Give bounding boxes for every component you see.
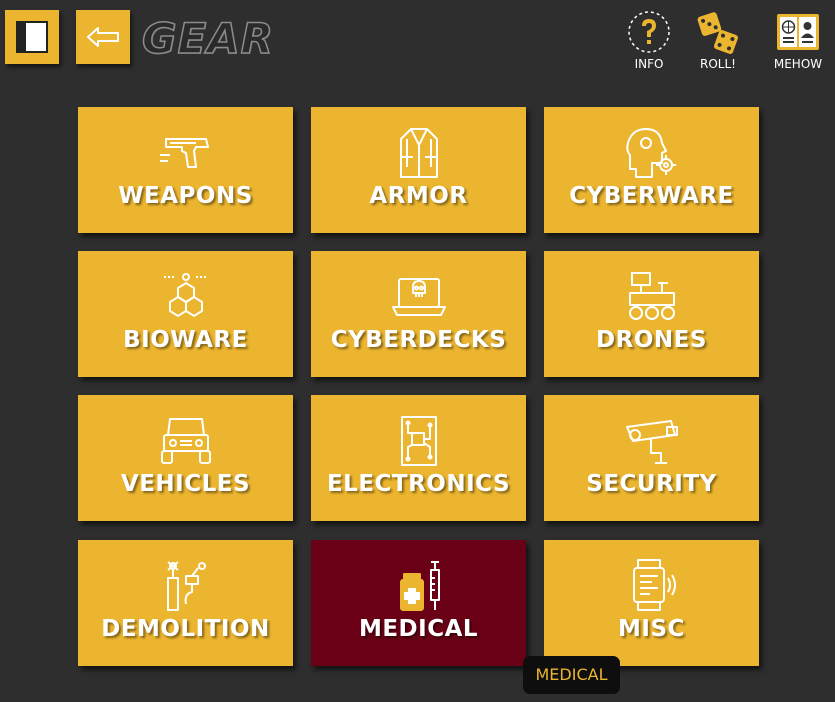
id-card-icon xyxy=(777,14,819,50)
explosive-icon xyxy=(166,561,206,611)
roll-button[interactable]: ROLL! xyxy=(688,10,748,71)
smartwatch-icon xyxy=(632,559,676,611)
category-cyberware[interactable]: CYBERWARE xyxy=(544,107,759,233)
category-label: CYBERDECKS xyxy=(330,327,507,353)
jeep-icon xyxy=(160,418,211,464)
back-button[interactable] xyxy=(76,10,130,64)
tooltip: MEDICAL xyxy=(523,656,620,694)
roll-label: ROLL! xyxy=(700,57,736,71)
laptop-skull-icon xyxy=(391,278,446,316)
menu-button[interactable] xyxy=(5,10,59,64)
category-label: BIOWARE xyxy=(123,327,248,353)
category-label: MEDICAL xyxy=(358,616,479,642)
info-button[interactable]: INFO xyxy=(619,10,679,71)
jacket-icon xyxy=(399,128,438,178)
panel-icon xyxy=(16,21,48,53)
circuit-board-icon xyxy=(400,416,437,466)
molecule-icon xyxy=(163,273,208,318)
category-cyberdecks[interactable]: CYBERDECKS xyxy=(311,251,526,377)
category-weapons[interactable]: WEAPONS xyxy=(78,107,293,233)
left-arrow-icon xyxy=(87,27,119,47)
category-vehicles[interactable]: VEHICLES xyxy=(78,395,293,521)
category-security[interactable]: SECURITY xyxy=(544,395,759,521)
category-demolition[interactable]: DEMOLITION xyxy=(78,540,293,666)
category-label: MISC xyxy=(618,616,685,642)
robot-rover-icon xyxy=(628,272,675,320)
category-medical[interactable]: MEDICAL xyxy=(311,540,526,666)
security-camera-icon xyxy=(625,420,678,464)
question-icon xyxy=(628,11,670,53)
category-label: CYBERWARE xyxy=(569,183,734,209)
info-label: INFO xyxy=(634,57,664,71)
category-label: SECURITY xyxy=(586,471,717,497)
syringe-bottle-icon xyxy=(399,561,440,611)
dice-icon xyxy=(697,12,738,54)
category-label: DEMOLITION xyxy=(101,616,270,642)
category-label: WEAPONS xyxy=(118,183,253,209)
category-label: ARMOR xyxy=(369,183,468,209)
category-label: ELECTRONICS xyxy=(326,471,511,497)
cyber-head-icon xyxy=(625,128,676,178)
mehow-label: MEHOW xyxy=(773,57,823,71)
pistol-icon xyxy=(159,138,209,168)
category-armor[interactable]: ARMOR xyxy=(311,107,526,233)
category-label: DRONES xyxy=(596,327,707,353)
category-drones[interactable]: DRONES xyxy=(544,251,759,377)
category-misc[interactable]: MISC xyxy=(544,540,759,666)
mehow-button[interactable]: MEHOW xyxy=(768,10,828,71)
category-label: VEHICLES xyxy=(120,471,251,497)
category-bioware[interactable]: BIOWARE xyxy=(78,251,293,377)
category-electronics[interactable]: ELECTRONICS xyxy=(311,395,526,521)
page-title: GEAR xyxy=(141,13,275,64)
